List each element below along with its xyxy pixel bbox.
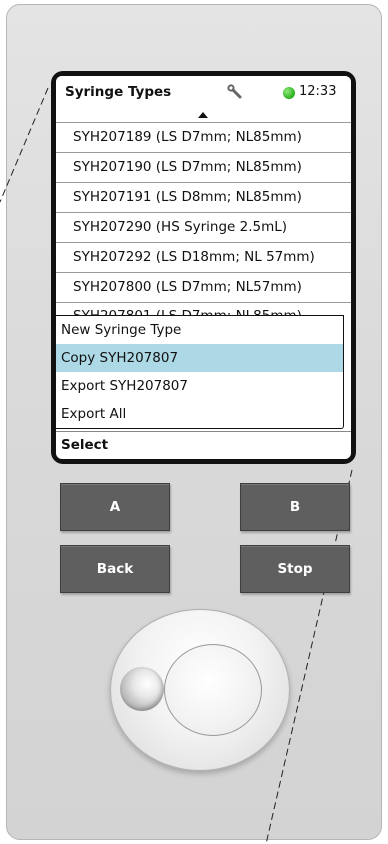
syringe-list: SYH207189 (LS D7mm; NL85mm) SYH207190 (L… (56, 123, 351, 317)
title-bar: Syringe Types 12:33 (56, 76, 351, 109)
b-button[interactable]: B (240, 483, 350, 531)
list-item[interactable]: SYH207800 (LS D7mm; NL57mm) (56, 273, 351, 303)
knob-grip[interactable] (120, 667, 164, 711)
list-item[interactable]: SYH207292 (LS D18mm; NL 57mm) (56, 243, 351, 273)
wrench-icon (227, 84, 242, 99)
list-item[interactable]: SYH207191 (LS D8mm; NL85mm) (56, 183, 351, 213)
knob-center-button[interactable] (164, 644, 262, 736)
rotary-knob[interactable] (110, 609, 290, 771)
list-item[interactable]: SYH207190 (LS D7mm; NL85mm) (56, 153, 351, 183)
menu-item-export-all[interactable]: Export All (56, 400, 343, 428)
softkey-bar: Select (56, 431, 351, 459)
softkey-select-label: Select (61, 437, 109, 453)
status-dot-icon (283, 87, 295, 99)
display-content: Syringe Types 12:33 SYH207189 (LS D7mm; … (56, 76, 351, 459)
display-screen: Syringe Types 12:33 SYH207189 (LS D7mm; … (51, 71, 356, 464)
menu-item-export[interactable]: Export SYH207807 (56, 372, 343, 400)
scroll-up-indicator[interactable] (56, 109, 351, 123)
stop-button[interactable]: Stop (240, 545, 350, 593)
menu-item-new-syringe-type[interactable]: New Syringe Type (56, 316, 343, 344)
context-menu: New Syringe Type Copy SYH207807 Export S… (56, 315, 344, 429)
menu-item-copy[interactable]: Copy SYH207807 (56, 344, 343, 372)
list-item[interactable]: SYH207290 (HS Syringe 2.5mL) (56, 213, 351, 243)
screen-title: Syringe Types (65, 84, 172, 100)
clock-time: 12:33 (299, 84, 337, 99)
a-button[interactable]: A (60, 483, 170, 531)
back-button[interactable]: Back (60, 545, 170, 593)
list-item[interactable]: SYH207189 (LS D7mm; NL85mm) (56, 123, 351, 153)
up-arrow-icon (198, 112, 208, 118)
